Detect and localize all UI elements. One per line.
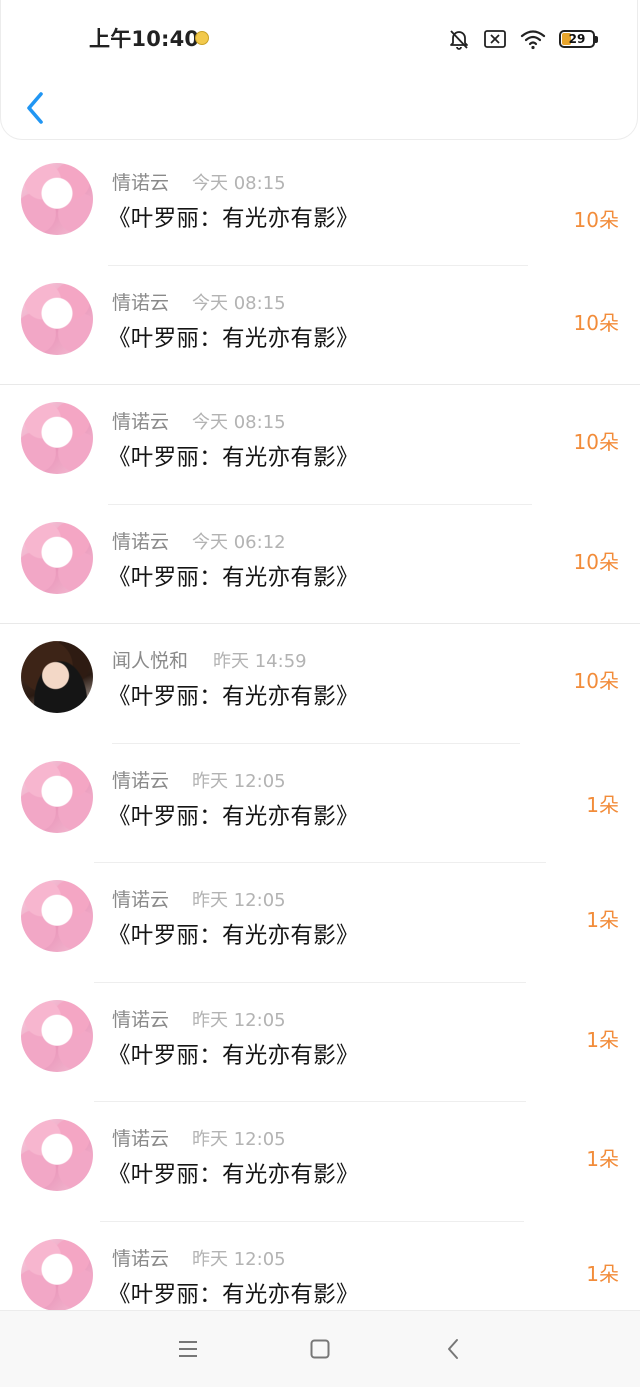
back-icon[interactable] [442, 1337, 466, 1361]
gift-list: 情诺云 今天 08:15 《叶罗丽：有光亦有影》 10朵 情诺云 今天 08:15 《叶罗丽… [0, 146, 640, 1341]
gift-time: 今天 08:15 [192, 292, 286, 314]
status-time: 上午10:40 [89, 27, 200, 51]
battery-icon: 29 [559, 30, 598, 48]
user-name: 情诺云 [112, 172, 170, 194]
sim-off-icon [484, 30, 506, 48]
avatar[interactable] [21, 282, 93, 355]
gift-time: 今天 08:15 [192, 173, 286, 194]
book-title: 《叶罗丽：有光亦有影》 [108, 1042, 359, 1069]
avatar[interactable] [21, 1238, 93, 1311]
gift-amount: 1朵 [586, 1261, 619, 1286]
user-name: 情诺云 [112, 769, 170, 792]
book-title: 《叶罗丽：有光亦有影》 [108, 803, 359, 830]
book-title: 《叶罗丽：有光亦有影》 [108, 206, 359, 232]
gift-row[interactable]: 情诺云 昨天 12:05 《叶罗丽：有光亦有影》 1朵 [0, 744, 640, 863]
book-title: 《叶罗丽：有光亦有影》 [108, 684, 359, 710]
menu-icon[interactable] [176, 1337, 200, 1361]
user-name: 情诺云 [112, 889, 170, 911]
gift-row[interactable]: 情诺云 今天 08:15 《叶罗丽：有光亦有影》 10朵 [0, 146, 640, 266]
avatar[interactable] [21, 402, 93, 474]
gift-time: 昨天 12:05 [192, 770, 286, 792]
avatar[interactable] [21, 163, 93, 235]
battery-level: 29 [568, 32, 586, 46]
home-icon[interactable] [308, 1337, 332, 1361]
book-title: 《叶罗丽：有光亦有影》 [108, 564, 359, 591]
gift-amount: 10朵 [573, 549, 619, 574]
gift-amount: 10朵 [573, 669, 619, 693]
gift-row[interactable]: 情诺云 昨天 12:05 《叶罗丽：有光亦有影》 1朵 [0, 983, 640, 1102]
book-title: 《叶罗丽：有光亦有影》 [108, 325, 359, 352]
mute-icon [450, 30, 468, 50]
gift-row[interactable]: 情诺云 今天 08:15 《叶罗丽：有光亦有影》 10朵 [0, 266, 640, 385]
wifi-icon [520, 30, 546, 50]
gift-amount: 1朵 [586, 792, 619, 817]
gift-time: 昨天 12:05 [192, 890, 286, 911]
gift-row[interactable]: 情诺云 今天 08:15 《叶罗丽：有光亦有影》 10朵 [0, 385, 640, 505]
gift-time: 昨天 14:59 [213, 651, 307, 672]
gift-time: 今天 08:15 [192, 412, 286, 433]
book-title: 《叶罗丽：有光亦有影》 [108, 923, 359, 949]
avatar[interactable] [21, 760, 93, 833]
gift-row[interactable]: 闻人悦和 昨天 14:59 《叶罗丽：有光亦有影》 10朵 [0, 624, 640, 744]
gift-time: 昨天 12:05 [192, 1248, 286, 1270]
user-name: 闻人悦和 [112, 650, 189, 672]
user-name: 情诺云 [112, 411, 170, 433]
avatar[interactable] [21, 521, 93, 594]
back-button[interactable] [19, 86, 53, 130]
user-name: 情诺云 [112, 1008, 170, 1031]
gift-row[interactable]: 情诺云 昨天 12:05 《叶罗丽：有光亦有影》 1朵 [0, 863, 640, 983]
gift-amount: 10朵 [573, 208, 619, 232]
system-nav-bar [0, 1310, 640, 1387]
gift-amount: 1朵 [586, 908, 619, 932]
gift-amount: 1朵 [586, 1147, 619, 1171]
status-icons: 29 [448, 27, 598, 51]
gift-amount: 10朵 [573, 310, 619, 335]
avatar[interactable] [21, 880, 93, 952]
gift-time: 昨天 12:05 [192, 1009, 286, 1031]
avatar[interactable] [21, 999, 93, 1072]
gift-time: 今天 06:12 [192, 531, 286, 553]
user-name: 情诺云 [112, 530, 170, 553]
gift-amount: 1朵 [586, 1027, 619, 1052]
gift-time: 昨天 12:05 [192, 1129, 286, 1150]
gift-row[interactable]: 情诺云 昨天 12:05 《叶罗丽：有光亦有影》 1朵 [0, 1102, 640, 1222]
book-title: 《叶罗丽：有光亦有影》 [108, 1162, 359, 1188]
user-name: 情诺云 [112, 1128, 170, 1150]
book-title: 《叶罗丽：有光亦有影》 [108, 445, 359, 471]
emoji-notification-icon [195, 31, 209, 45]
user-name: 情诺云 [112, 1247, 170, 1270]
book-title: 《叶罗丽：有光亦有影》 [108, 1281, 359, 1308]
gift-row[interactable]: 情诺云 今天 06:12 《叶罗丽：有光亦有影》 10朵 [0, 505, 640, 624]
avatar[interactable] [21, 641, 93, 713]
user-name: 情诺云 [112, 291, 170, 314]
avatar[interactable] [21, 1119, 93, 1191]
header: 上午10:40 29 [0, 0, 638, 140]
gift-amount: 10朵 [573, 430, 619, 454]
